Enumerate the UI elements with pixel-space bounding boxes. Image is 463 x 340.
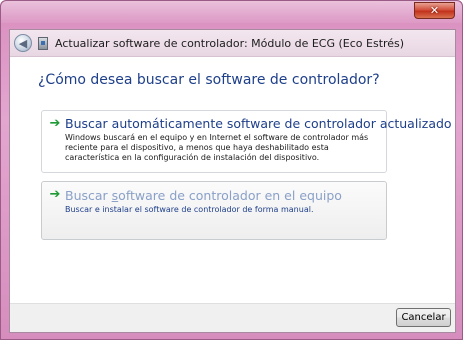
window-frame: ✕ ◀ Actualizar software de controlador: … <box>0 0 463 340</box>
back-button[interactable]: ◀ <box>14 34 32 52</box>
page-heading: ¿Cómo desea buscar el software de contro… <box>38 72 380 88</box>
option-description: Buscar e instalar el software de control… <box>65 205 314 214</box>
close-icon: ✕ <box>429 4 440 17</box>
green-arrow-icon: ➔ <box>49 186 61 202</box>
button-bar: Cancelar <box>10 303 455 332</box>
cancel-button[interactable]: Cancelar <box>396 308 451 327</box>
device-icon <box>38 36 48 50</box>
option-title: Buscar software de controlador en el equ… <box>65 188 342 203</box>
window-title: Actualizar software de controlador: Módu… <box>55 36 405 50</box>
close-button[interactable]: ✕ <box>414 2 455 19</box>
option-description: Windows buscará en el equipo y en Intern… <box>65 133 369 162</box>
option-search-automatically[interactable]: ➔ Buscar automáticamente software de con… <box>41 110 452 173</box>
back-arrow-icon: ◀ <box>18 36 28 50</box>
option-title: Buscar automáticamente software de contr… <box>65 116 452 131</box>
title-bar: ◀ Actualizar software de controlador: Mó… <box>10 30 455 57</box>
dialog-body: ◀ Actualizar software de controlador: Mó… <box>9 29 456 333</box>
green-arrow-icon: ➔ <box>49 115 61 131</box>
option-browse-computer[interactable]: ➔ Buscar software de controlador en el e… <box>41 181 387 240</box>
